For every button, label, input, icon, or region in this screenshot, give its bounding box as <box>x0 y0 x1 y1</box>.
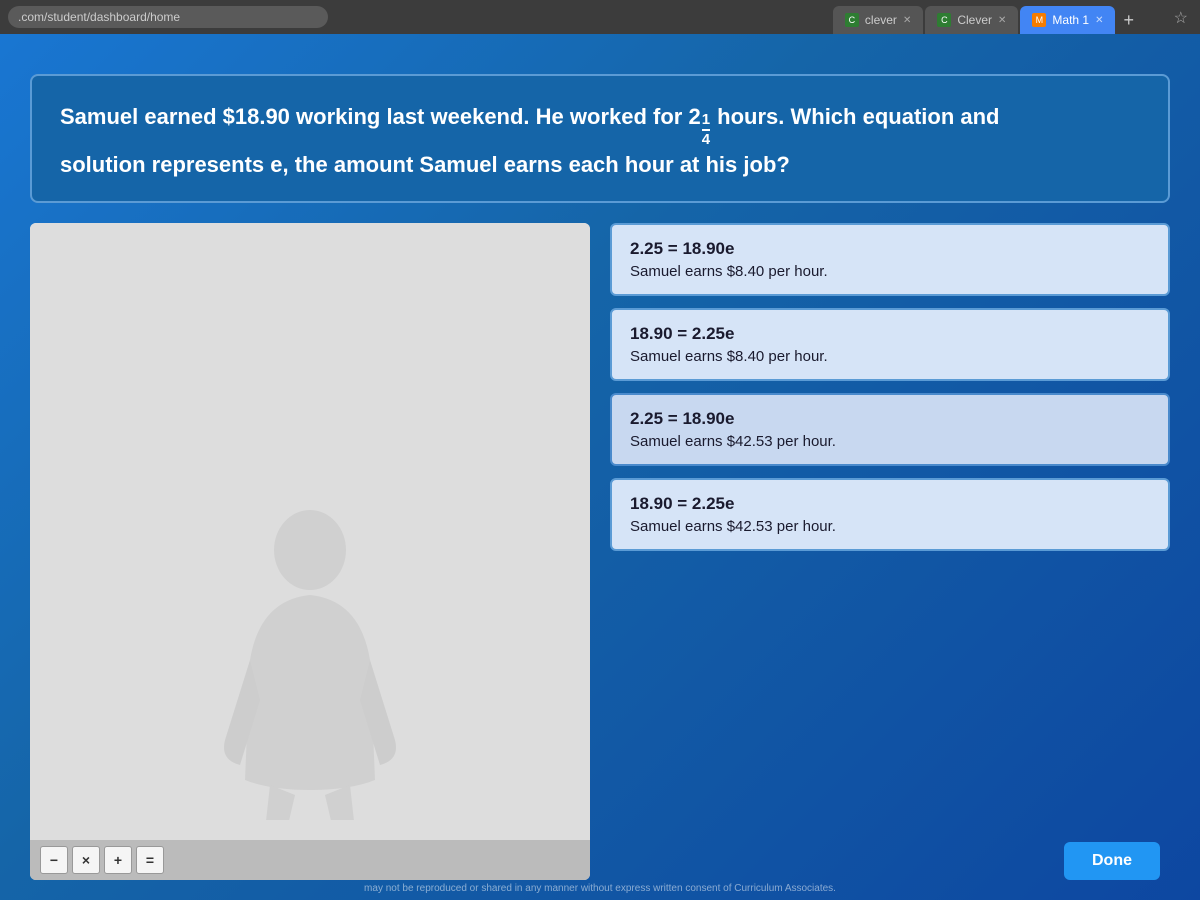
tab-label-math: Math 1 <box>1052 13 1089 27</box>
answer-choice-1[interactable]: 2.25 = 18.90e Samuel earns $8.40 per hou… <box>610 223 1170 296</box>
answer-solution-2: Samuel earns $8.40 per hour. <box>630 348 1150 365</box>
answer-equation-1: 2.25 = 18.90e <box>630 239 1150 259</box>
mixed-number: 14 <box>701 112 711 148</box>
footer-text: may not be reproduced or shared in any m… <box>0 883 1200 894</box>
person-silhouette <box>220 500 400 820</box>
answer-equation-4: 18.90 = 2.25e <box>630 494 1150 514</box>
tab-close-clever1[interactable]: ✕ <box>903 15 911 26</box>
calc-plus-button[interactable]: + <box>104 846 132 874</box>
image-area <box>30 223 590 840</box>
bottom-nav: Done <box>1064 842 1160 880</box>
tab-close-math[interactable]: ✕ <box>1095 15 1103 26</box>
calc-minus-button[interactable]: − <box>40 846 68 874</box>
tab-favicon-math: M <box>1032 13 1046 27</box>
browser-chrome: .com/student/dashboard/home C clever ✕ C… <box>0 0 1200 34</box>
content-row: − × + = 2.25 = 18.90e Samuel earns $8.40… <box>30 223 1170 880</box>
new-tab-button[interactable]: + <box>1117 10 1140 31</box>
answer-choice-3[interactable]: 2.25 = 18.90e Samuel earns $42.53 per ho… <box>610 393 1170 466</box>
done-button[interactable]: Done <box>1064 842 1160 880</box>
calc-multiply-button[interactable]: × <box>72 846 100 874</box>
bookmark-icon[interactable]: ☆ <box>1174 8 1188 28</box>
answer-solution-4: Samuel earns $42.53 per hour. <box>630 518 1150 535</box>
fraction: 14 <box>702 112 710 148</box>
tab-favicon-clever2: C <box>937 13 951 27</box>
answer-equation-3: 2.25 = 18.90e <box>630 409 1150 429</box>
question-text-part3: solution represents e, the amount Samuel… <box>60 152 790 177</box>
left-panel: − × + = <box>30 223 590 880</box>
answer-solution-3: Samuel earns $42.53 per hour. <box>630 433 1150 450</box>
main-content: Samuel earned $18.90 working last weeken… <box>0 34 1200 900</box>
tab-clever-2[interactable]: C Clever ✕ <box>925 6 1018 34</box>
question-text: Samuel earned $18.90 working last weeken… <box>60 100 1140 181</box>
fraction-denominator: 4 <box>702 129 710 149</box>
url-bar[interactable]: .com/student/dashboard/home <box>8 6 328 28</box>
answer-equation-2: 18.90 = 2.25e <box>630 324 1150 344</box>
question-text-part1: Samuel earned $18.90 working last weeken… <box>60 104 701 129</box>
tab-label-clever1: clever <box>865 13 897 27</box>
tab-area: C clever ✕ C Clever ✕ M Math 1 ✕ + <box>833 0 1140 34</box>
tab-math[interactable]: M Math 1 ✕ <box>1020 6 1115 34</box>
answer-choice-4[interactable]: 18.90 = 2.25e Samuel earns $42.53 per ho… <box>610 478 1170 551</box>
question-text-part2: hours. Which equation and <box>711 104 999 129</box>
answer-choice-2[interactable]: 18.90 = 2.25e Samuel earns $8.40 per hou… <box>610 308 1170 381</box>
right-panel: 2.25 = 18.90e Samuel earns $8.40 per hou… <box>610 223 1170 880</box>
tab-favicon-clever1: C <box>845 13 859 27</box>
tab-clever-1[interactable]: C clever ✕ <box>833 6 923 34</box>
url-text: .com/student/dashboard/home <box>18 10 180 24</box>
calculator-bar: − × + = <box>30 840 590 880</box>
tab-close-clever2[interactable]: ✕ <box>998 15 1006 26</box>
fraction-numerator: 1 <box>702 112 710 129</box>
answer-solution-1: Samuel earns $8.40 per hour. <box>630 263 1150 280</box>
question-card: Samuel earned $18.90 working last weeken… <box>30 74 1170 203</box>
calc-equals-button[interactable]: = <box>136 846 164 874</box>
tab-label-clever2: Clever <box>957 13 992 27</box>
